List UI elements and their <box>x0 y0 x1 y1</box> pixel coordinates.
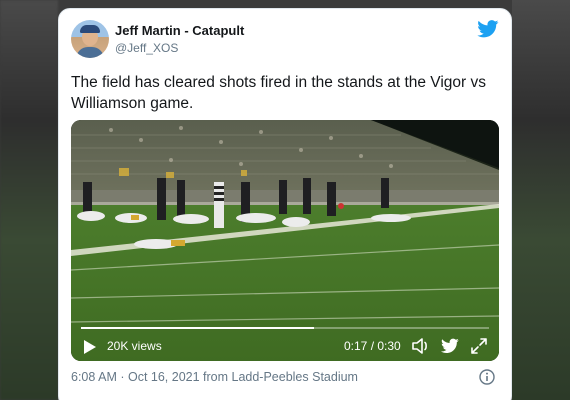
tweet-text: The field has cleared shots fired in the… <box>71 74 487 112</box>
background-right-blur <box>512 0 570 400</box>
avatar[interactable] <box>71 20 109 58</box>
video-progress-bar[interactable] <box>81 327 489 329</box>
background-left-blur <box>0 0 58 400</box>
info-icon[interactable] <box>479 369 495 385</box>
twitter-bird-icon[interactable] <box>477 20 499 38</box>
video-time: 0:17 / 0:30 <box>344 339 401 353</box>
view-count: 20K views <box>107 339 162 353</box>
video-player[interactable]: 20K views 0:17 / 0:30 <box>71 120 499 361</box>
play-icon[interactable] <box>83 339 97 355</box>
twitter-bird-icon[interactable] <box>441 338 459 354</box>
author-name[interactable]: Jeff Martin - Catapult <box>115 23 244 38</box>
author-handle[interactable]: @Jeff_XOS <box>115 41 178 55</box>
volume-icon[interactable] <box>412 338 430 354</box>
video-frame <box>71 120 499 361</box>
tweet-card: Jeff Martin - Catapult @Jeff_XOS The fie… <box>58 8 512 400</box>
fullscreen-icon[interactable] <box>470 337 488 355</box>
tweet-meta: 6:08 AM · Oct 16, 2021 from Ladd-Peebles… <box>71 370 358 384</box>
video-progress-fill <box>81 327 314 329</box>
